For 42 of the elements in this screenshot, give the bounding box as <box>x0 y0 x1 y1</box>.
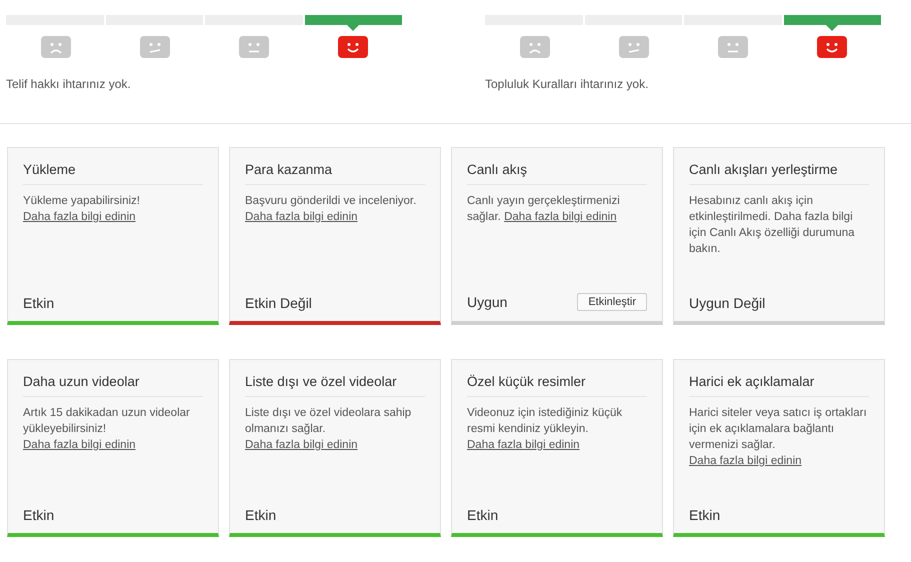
card-description: Başvuru gönderildi ve inceleniyor. Daha fazla bilgi edinin <box>245 194 418 225</box>
sad-face-icon <box>520 36 550 58</box>
learn-more-link[interactable]: Daha fazla bilgi edinin <box>504 211 617 223</box>
smiley-face-icon <box>816 36 846 58</box>
card-description: Hesabınız canlı akış için etkinleştirilmedi. Daha fazla bilgi için Canlı Akış özelliği durumuna bakın. <box>689 194 856 257</box>
status-label: Uygun <box>467 294 508 310</box>
card-description: Artık 15 dakikadan uzun videolar yükleyebilirsiniz! Daha fazla bilgi edinin <box>23 406 191 453</box>
learn-more-link[interactable]: Daha fazla bilgi edinin <box>245 439 358 451</box>
status-label: Etkin <box>245 507 276 523</box>
card-title: Canlı akışları yerleştirme <box>689 162 869 185</box>
status-label: Etkin <box>689 507 720 523</box>
strike-message: Topluluk Kuralları ihtarınız yok. <box>485 77 650 91</box>
sad-face-icon <box>40 36 70 58</box>
learn-more-link[interactable]: Daha fazla bilgi edinin <box>23 211 136 223</box>
unsure-face-icon <box>618 36 648 58</box>
learn-more-link[interactable]: Daha fazla bilgi edinin <box>689 455 802 467</box>
enable-button[interactable]: Etkinleştir <box>577 293 647 311</box>
smiley-face-icon <box>338 36 368 58</box>
status-label: Uygun Değil <box>689 295 766 311</box>
card-description: Videonuz için istediğiniz küçük resmi kendiniz yükleyin. Daha fazla bilgi edinin <box>467 406 624 453</box>
learn-more-link[interactable]: Daha fazla bilgi edinin <box>245 211 358 223</box>
card-title: Liste dışı ve özel videolar <box>245 374 425 397</box>
learn-more-link[interactable]: Daha fazla bilgi edinin <box>23 439 136 451</box>
neutral-face-icon <box>238 36 268 58</box>
card-title: Özel küçük resimler <box>467 374 647 397</box>
status-label: Etkin <box>23 295 54 311</box>
neutral-face-icon <box>718 36 748 58</box>
unsure-face-icon <box>140 36 170 58</box>
card-title: Para kazanma <box>245 162 425 185</box>
card-title: Harici ek açıklamalar <box>689 374 869 397</box>
learn-more-link[interactable]: Daha fazla bilgi edinin <box>467 439 580 451</box>
card-description: Canlı yayın gerçekleştirmenizi sağlar. Daha fazla bilgi edinin <box>467 194 621 225</box>
card-title: Yükleme <box>23 162 203 185</box>
status-label: Etkin <box>23 507 54 523</box>
card-description: Liste dışı ve özel videolara sahip olmanızı sağlar. Daha fazla bilgi edinin <box>245 406 412 453</box>
card-title: Daha uzun videolar <box>23 374 203 397</box>
card-description: Yükleme yapabilirsiniz! Daha fazla bilgi edinin <box>23 194 141 225</box>
status-label: Etkin <box>467 507 498 523</box>
card-title: Canlı akış <box>467 162 647 185</box>
card-description: Harici siteler veya satıcı iş ortakları için ek açıklamalara bağlantı vermenizi sağlar. Daha fazla bilgi edinin <box>689 406 868 469</box>
status-label: Etkin Değil <box>245 295 312 311</box>
strike-message: Telif hakkı ihtarınız yok. <box>6 77 132 91</box>
